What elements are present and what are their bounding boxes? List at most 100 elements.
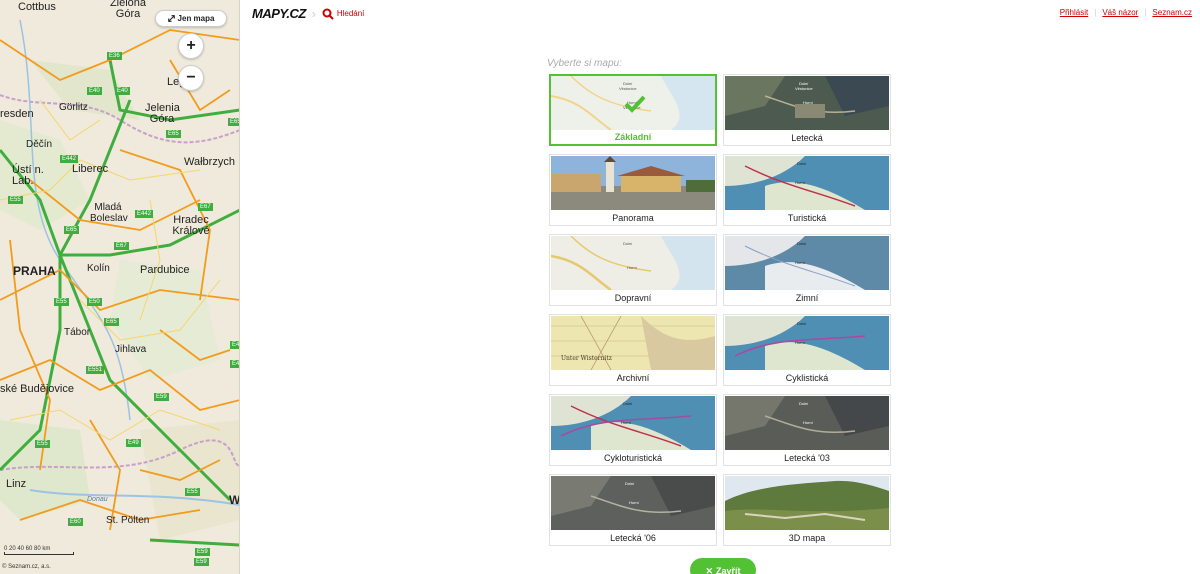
road-shield: E40 [115, 87, 130, 95]
map-city-label: Zielona Góra [109, 0, 147, 20]
map-type-label: Základní [614, 132, 652, 142]
close-label: Zavřít [716, 566, 741, 574]
map-city-label: Görlitz [59, 102, 88, 113]
map-type-label: Letecká '03 [784, 453, 830, 463]
map-city-label: W [229, 493, 240, 507]
checkmark-icon [624, 95, 646, 113]
picker-title: Vyberte si mapu: [547, 58, 622, 69]
map-city-label: PRAHA [13, 264, 56, 278]
chevron-right-icon: › [311, 6, 316, 21]
road-shield: E59 [195, 548, 210, 556]
map-copyright: © Seznam.cz, a.s. [2, 564, 51, 570]
map-type-tile-cyclotour[interactable]: Dolní Horní Cykloturistická [549, 394, 717, 466]
map-river-label: Donau [87, 496, 108, 503]
svg-text:Dolní: Dolní [797, 321, 807, 326]
link-separator: | [1094, 8, 1097, 17]
3d-map-thumbnail [725, 476, 889, 530]
road-shield: E65 [166, 130, 181, 138]
login-link[interactable]: Přihlásit [1060, 8, 1088, 17]
map-type-tile-winter[interactable]: Dolní Horní Zimní [723, 234, 891, 306]
map-city-label: Wałbrzych [184, 156, 235, 168]
svg-text:Horní: Horní [803, 420, 814, 425]
map-city-label: Kolín [87, 263, 110, 274]
map-city-label: Cottbus [18, 1, 56, 13]
road-shield: E59 [194, 558, 209, 566]
map-type-tile-basic[interactable]: Dolní Věstonice Horní Věstonice Základní [549, 74, 717, 146]
map-scale-bar [4, 552, 74, 555]
road-shield: E59 [154, 393, 169, 401]
road-shield: E40 [87, 87, 102, 95]
svg-text:Horní: Horní [629, 500, 640, 505]
map-city-label: Hradec Králové [172, 214, 210, 237]
map-type-tile-panorama[interactable]: Panorama [549, 154, 717, 226]
svg-text:Horní: Horní [621, 420, 632, 425]
seznam-link[interactable]: Seznam.cz [1152, 8, 1192, 17]
tourist-map-thumbnail: Dolní Horní [725, 156, 889, 210]
search-link[interactable]: Hledání [322, 8, 364, 20]
map-only-button[interactable]: Jen mapa [155, 10, 227, 27]
road-shield: E60 [68, 518, 83, 526]
map-city-label: resden [0, 108, 34, 120]
feedback-link[interactable]: Váš názor [1102, 8, 1138, 17]
map-city-label: Mladá Boleslav [90, 202, 128, 224]
road-shield: E55 [8, 196, 23, 204]
svg-text:Věstonice: Věstonice [795, 86, 813, 91]
map-type-tile-3d[interactable]: 3D mapa [723, 474, 891, 546]
svg-text:Dolní: Dolní [625, 481, 635, 486]
winter-map-thumbnail: Dolní Horní [725, 236, 889, 290]
svg-text:Horní: Horní [627, 265, 638, 270]
road-shield: E551 [86, 366, 105, 374]
road-shield: E65 [64, 226, 79, 234]
map-type-tile-archive[interactable]: Unter Wisternitz Archivní [549, 314, 717, 386]
aerial-03-thumbnail: Dolní Horní [725, 396, 889, 450]
panorama-thumbnail [551, 156, 715, 210]
road-shield: E461 [230, 341, 239, 349]
close-icon: ✕ [705, 566, 714, 574]
svg-text:Dolní: Dolní [623, 241, 633, 246]
road-shield: E442 [60, 155, 79, 163]
road-shield: E55 [35, 440, 50, 448]
top-links: Přihlásit | Váš názor | Seznam.cz [1060, 8, 1192, 17]
map-type-tile-aerial-03[interactable]: Dolní Horní Letecká '03 [723, 394, 891, 466]
traffic-map-thumbnail: Dolní Horní [551, 236, 715, 290]
map-type-label: Zimní [795, 293, 819, 303]
svg-text:Dolní: Dolní [797, 241, 807, 246]
road-shield: E36 [107, 52, 122, 60]
map-scale: 0 20 40 60 80 km [4, 546, 74, 555]
road-shield: E65 [104, 318, 119, 326]
road-shield: E65 [228, 118, 239, 126]
map-only-label: Jen mapa [177, 14, 215, 23]
map-city-label: St. Pölten [106, 515, 150, 526]
road-shield: E461 [230, 360, 239, 368]
map-city-label: Pardubice [140, 264, 190, 276]
close-picker-button[interactable]: ✕ Zavřít [690, 558, 756, 574]
map-type-tile-cycle[interactable]: Dolní Horní Cyklistická [723, 314, 891, 386]
map-view[interactable]: Cottbus Zielona Góra Leg Görlitz Jelenia… [0, 0, 240, 574]
map-type-label: Letecká '06 [610, 533, 656, 543]
map-type-label: Cyklistická [785, 373, 829, 383]
zoom-in-button[interactable]: + [178, 33, 204, 59]
map-type-tile-tourist[interactable]: Dolní Horní Turistická [723, 154, 891, 226]
map-type-tile-aerial[interactable]: Dolní Věstonice Horní Letecká [723, 74, 891, 146]
map-city-label: Ústí n. Lab. [12, 164, 44, 187]
map-city-label: Tábor [64, 327, 91, 338]
cyclotour-map-thumbnail: Dolní Horní [551, 396, 715, 450]
road-shield: E50 [87, 298, 102, 306]
svg-text:Horní: Horní [795, 180, 806, 185]
map-type-tile-traffic[interactable]: Dolní Horní Dopravní [549, 234, 717, 306]
road-shield: E49 [126, 439, 141, 447]
svg-text:Dolní: Dolní [797, 161, 807, 166]
road-shield: E55 [54, 298, 69, 306]
zoom-out-button[interactable]: − [178, 65, 204, 91]
map-type-tile-aerial-06[interactable]: Dolní Horní Letecká '06 [549, 474, 717, 546]
search-icon [322, 8, 334, 20]
svg-text:Dolní: Dolní [623, 401, 633, 406]
mapy-cz-logo[interactable]: MAPY.CZ [252, 6, 306, 21]
map-type-label: Letecká [791, 133, 823, 143]
svg-text:Věstonice: Věstonice [619, 86, 637, 91]
aerial-06-thumbnail: Dolní Horní [551, 476, 715, 530]
road-shield: E67 [114, 242, 129, 250]
link-separator: | [1144, 8, 1147, 17]
map-city-label: Děčín [26, 139, 53, 150]
map-city-label: Jelenia Góra [145, 102, 180, 125]
